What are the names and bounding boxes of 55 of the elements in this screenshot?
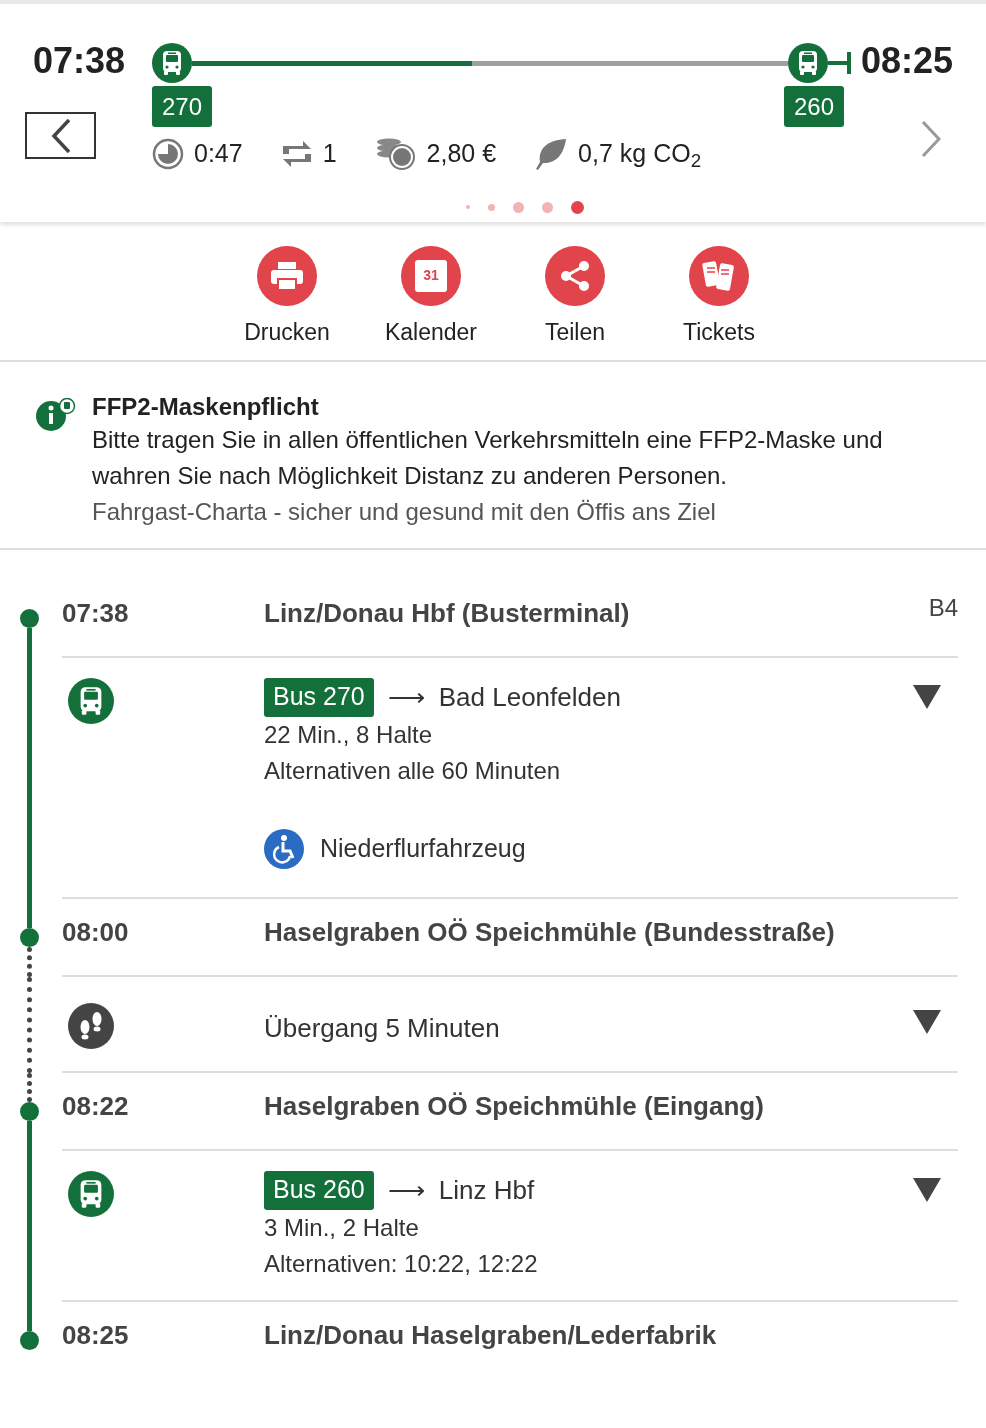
notice-title: FFP2-Maskenpflicht xyxy=(92,391,320,422)
trip-stat: 0:47 xyxy=(194,138,243,169)
stop-name: Linz/Donau Haselgraben/Lederfabrik xyxy=(264,1318,718,1352)
destination: Linz Hbf xyxy=(438,1173,535,1207)
line-badge: Bus 270 xyxy=(264,677,374,717)
chevron-right-icon[interactable] xyxy=(921,120,941,158)
notice-text: Bitte tragen Sie in allen öffentlichen Verkehrsmitteln eine FFP2-Maske und wahren Sie nach Möglichkeit Distanz zu anderen Personen. xyxy=(92,424,884,491)
stop-time: 08:25 xyxy=(62,1318,130,1352)
leg-info: Alternativen alle 60 Minuten xyxy=(264,755,562,786)
trip-stat: 2,80 € xyxy=(426,138,497,169)
stop-time: 08:22 xyxy=(62,1089,130,1123)
transfer-text: Übergang 5 Minuten xyxy=(264,1011,501,1045)
clock-icon xyxy=(152,137,184,170)
info-icon xyxy=(36,397,76,432)
action-button[interactable]: Drucken xyxy=(235,245,339,346)
leg-info: Alternativen: 10:22, 12:22 xyxy=(264,1248,539,1279)
stop-name: Haselgraben OÖ Speichmühle (Eingang) xyxy=(264,1089,765,1123)
trip-stat: 0,7 kg CO$_{2}$ xyxy=(578,138,702,173)
caret-icon[interactable] xyxy=(912,1008,942,1035)
action-button[interactable]: Teilen xyxy=(523,245,627,346)
wheelchair-icon xyxy=(264,828,304,869)
arrival-time: 08:25 xyxy=(860,39,953,83)
line-badge: Bus 260 xyxy=(264,1170,374,1210)
bus-icon xyxy=(152,43,192,83)
bus-icon xyxy=(68,1170,114,1217)
stop-name: Linz/Donau Hbf (Busterminal) xyxy=(264,596,631,630)
chevron-left-icon xyxy=(50,117,71,154)
destination: Bad Leonfelden xyxy=(438,680,621,714)
trip-stat: 1 xyxy=(322,138,337,169)
stop-time: 07:38 xyxy=(62,596,130,630)
feature-label: Niederflurfahrzeug xyxy=(320,832,526,864)
bus-icon xyxy=(788,43,828,83)
bus-icon xyxy=(68,677,114,724)
action-button[interactable]: 31 Kalender xyxy=(379,245,483,346)
action-button[interactable]: Tickets xyxy=(667,245,771,346)
leaf-icon xyxy=(534,137,569,170)
leg-info: 22 Min., 8 Halte xyxy=(264,719,434,750)
line-badge: 260 xyxy=(783,86,844,127)
stop-name: Haselgraben OÖ Speichmühle (Bundesstraße) xyxy=(264,915,836,949)
direction-arrow: ⟶ xyxy=(387,1173,425,1207)
platform-label: B4 xyxy=(928,592,958,623)
previous-button[interactable] xyxy=(25,112,96,159)
leg-info: 3 Min., 2 Halte xyxy=(264,1212,420,1243)
coins-icon xyxy=(374,136,417,171)
transfer-icon xyxy=(280,139,313,168)
calendar-day: 31 xyxy=(423,267,439,282)
stop-time: 08:00 xyxy=(62,915,130,949)
departure-time: 07:38 xyxy=(33,39,127,83)
charter-link[interactable]: Fahrgast-Charta - sicher und gesund mit den Öffis ans Ziel xyxy=(92,493,966,530)
caret-icon[interactable] xyxy=(912,1176,942,1203)
direction-arrow: ⟶ xyxy=(387,680,425,714)
line-badge: 270 xyxy=(152,86,213,127)
footprints-icon xyxy=(68,1002,114,1049)
caret-icon[interactable] xyxy=(912,683,942,710)
route-end-icon xyxy=(828,50,852,76)
